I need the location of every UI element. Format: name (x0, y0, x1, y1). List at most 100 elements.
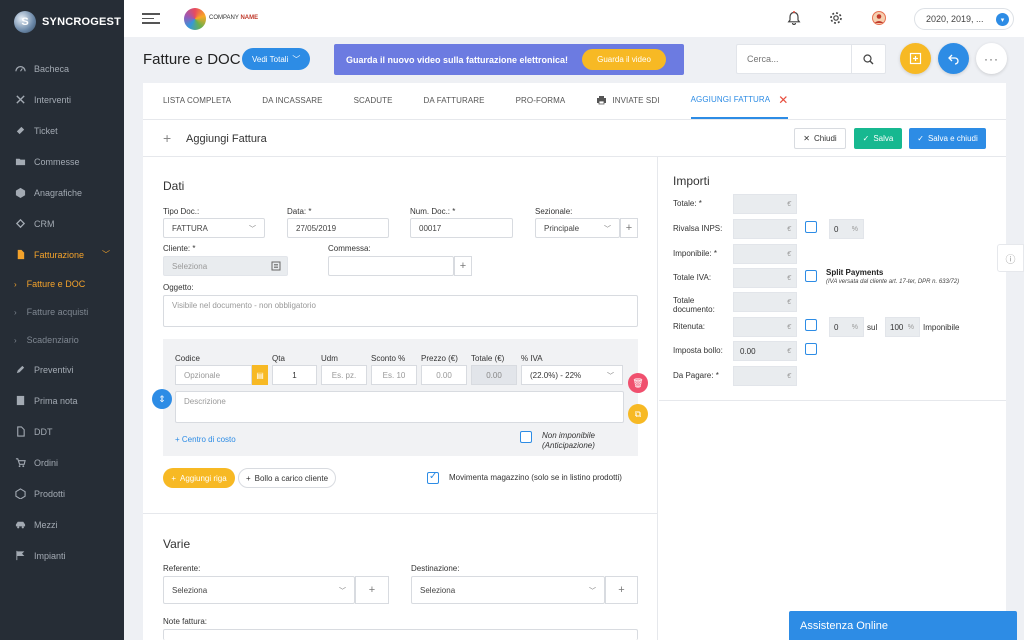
ritenuta-checkbox[interactable] (805, 319, 817, 331)
menu-toggle-icon[interactable] (142, 13, 160, 24)
iva-value: (22.0%) - 22% (530, 370, 582, 380)
bollo-cliente-button[interactable]: + Bollo a carico cliente (238, 468, 336, 488)
sconto-input[interactable]: Es. 10 (371, 365, 417, 385)
reorder-row-button[interactable]: ⇕ (152, 389, 172, 409)
year-selector[interactable]: 2020, 2019, ... ▾ (914, 8, 1014, 30)
sezionale-select[interactable]: Principale ﹀ (535, 218, 620, 238)
tab-inviate-sdi[interactable]: INVIATE SDI (596, 82, 659, 119)
avatar[interactable] (871, 10, 887, 26)
vedi-totali-button[interactable]: Vedi Totali ﹀ (242, 48, 311, 70)
prezzo-input[interactable]: 0.00 (421, 365, 467, 385)
vedi-totali-label: Vedi Totali (252, 54, 289, 64)
data-input[interactable]: 27/05/2019 (287, 218, 389, 238)
sidebar-item-prima-nota[interactable]: Prima nota (0, 385, 124, 416)
tab-scadute[interactable]: SCADUTE (354, 82, 393, 119)
udm-input[interactable]: Es. pz. (321, 365, 367, 385)
back-button[interactable] (938, 43, 969, 74)
add-commessa-button[interactable]: + (454, 256, 472, 276)
sidebar-item-label: Prima nota (34, 395, 78, 406)
movimenta-magazzino-checkbox[interactable] (427, 471, 439, 484)
num-doc-input[interactable]: 00017 (410, 218, 513, 238)
add-document-button[interactable] (900, 43, 931, 74)
destinazione-select[interactable]: Seleziona ﹀ (411, 576, 605, 604)
sidebar-item-interventi[interactable]: Interventi (0, 84, 124, 115)
sidebar-item-commesse[interactable]: Commesse (0, 146, 124, 177)
rivalsa-checkbox[interactable] (805, 221, 817, 233)
sidebar-item-impianti[interactable]: Impianti (0, 540, 124, 571)
cliente-select[interactable]: Seleziona (163, 256, 288, 276)
sidebar-item-preventivi[interactable]: Preventivi (0, 354, 124, 385)
tab-aggiungi-fattura[interactable]: AGGIUNGI FATTURA ✕ (690, 82, 789, 119)
iva-select[interactable]: (22.0%) - 22% ﹀ (521, 365, 623, 385)
close-icon[interactable]: ✕ (778, 93, 788, 107)
app-logo[interactable]: S SYNCROGEST (0, 0, 124, 44)
codice-input[interactable]: Opzionale (175, 365, 252, 385)
imponibile-word: Imponibile (923, 323, 960, 332)
search-box (736, 44, 886, 74)
sidebar-item-bacheca[interactable]: Bacheca (0, 53, 124, 84)
info-icon[interactable]: ⓘ (997, 244, 1024, 272)
split-payments-checkbox[interactable] (805, 270, 817, 282)
oggetto-textarea[interactable]: Visibile nel documento - non obbligatori… (163, 295, 638, 327)
close-button-label: Chiudi (814, 134, 837, 143)
ritenuta-base-percent[interactable]: 100% (885, 317, 920, 337)
bell-icon[interactable] (786, 10, 802, 26)
add-referente-button[interactable]: + (355, 576, 389, 604)
add-sezionale-button[interactable]: + (620, 218, 638, 238)
tab-pro-forma[interactable]: PRO-FORMA (516, 82, 566, 119)
rivalsa-percent[interactable]: 0% (829, 219, 864, 239)
plus-icon: + (618, 584, 625, 596)
sidebar-item-prodotti[interactable]: Prodotti (0, 478, 124, 509)
save-and-close-label: Salva e chiudi (927, 134, 978, 143)
bollo-checkbox[interactable] (805, 343, 817, 355)
ellipsis-icon: ··· (984, 51, 999, 66)
sidebar-subitem-scadenziario[interactable]: › Scadenziario (0, 326, 124, 354)
document-icon (14, 249, 26, 260)
assistenza-online-chat[interactable]: Assistenza Online (789, 611, 1017, 640)
note-fattura-textarea[interactable] (163, 629, 638, 640)
main-card: LISTA COMPLETA DA INCASSARE SCADUTE DA F… (143, 83, 1006, 640)
trash-icon: 🗑 (632, 377, 644, 388)
search-input[interactable] (737, 54, 851, 64)
gear-icon[interactable] (828, 10, 844, 26)
add-destinazione-button[interactable]: + (605, 576, 638, 604)
qta-input[interactable]: 1 (272, 365, 317, 385)
descrizione-textarea[interactable]: Descrizione (175, 391, 624, 423)
referente-select[interactable]: Seleziona ﹀ (163, 576, 355, 604)
descrizione-placeholder: Descrizione (184, 397, 226, 406)
delete-row-button[interactable]: 🗑 (628, 373, 648, 393)
sidebar-item-ordini[interactable]: Ordini (0, 447, 124, 478)
sidebar-item-crm[interactable]: CRM (0, 208, 124, 239)
sidebar-subitem-fatture-doc[interactable]: › Fatture e DOC (0, 270, 124, 298)
close-button[interactable]: ✕ Chiudi (794, 128, 846, 149)
save-button[interactable]: ✓ Salva (854, 128, 902, 149)
watch-video-button[interactable]: Guarda il video (582, 49, 666, 70)
tab-label: INVIATE SDI (612, 96, 660, 105)
sidebar-item-ddt[interactable]: DDT (0, 416, 124, 447)
sidebar-item-mezzi[interactable]: Mezzi (0, 509, 124, 540)
sidebar-item-label: Scadenziario (26, 335, 79, 345)
tab-lista-completa[interactable]: LISTA COMPLETA (163, 82, 231, 119)
non-imponibile-checkbox[interactable] (520, 431, 532, 443)
tab-da-fatturare[interactable]: DA FATTURARE (424, 82, 485, 119)
tab-da-incassare[interactable]: DA INCASSARE (262, 82, 322, 119)
ritenuta-label: Ritenuta: (673, 322, 706, 331)
sidebar-item-fatturazione[interactable]: Fatturazione ﹀ (0, 239, 124, 270)
add-row-button[interactable]: + Aggiungi riga (163, 468, 235, 488)
invoice-line-row: Codice Opzionale ▤ Qta 1 Udm Es. pz. Sco… (163, 339, 638, 456)
sidebar-subitem-fatture-acquisti[interactable]: › Fatture acquisti (0, 298, 124, 326)
product-list-button[interactable]: ▤ (252, 365, 268, 385)
ritenuta-percent[interactable]: 0% (829, 317, 864, 337)
save-and-close-button[interactable]: ✓ Salva e chiudi (909, 128, 986, 149)
sidebar-item-anagrafiche[interactable]: Anagrafiche (0, 177, 124, 208)
tipo-doc-select[interactable]: FATTURA ﹀ (163, 218, 265, 238)
commessa-select[interactable] (328, 256, 454, 276)
centro-costo-link[interactable]: + Centro di costo (175, 435, 236, 444)
duplicate-row-button[interactable]: ⧉ (628, 404, 648, 424)
sidebar-item-label: Impianti (34, 550, 66, 561)
chevron-down-icon: ﹀ (604, 226, 611, 233)
more-options-button[interactable]: ··· (976, 43, 1007, 74)
search-icon[interactable] (851, 45, 885, 73)
check-icon: ✓ (917, 134, 924, 143)
sidebar-item-ticket[interactable]: Ticket (0, 115, 124, 146)
